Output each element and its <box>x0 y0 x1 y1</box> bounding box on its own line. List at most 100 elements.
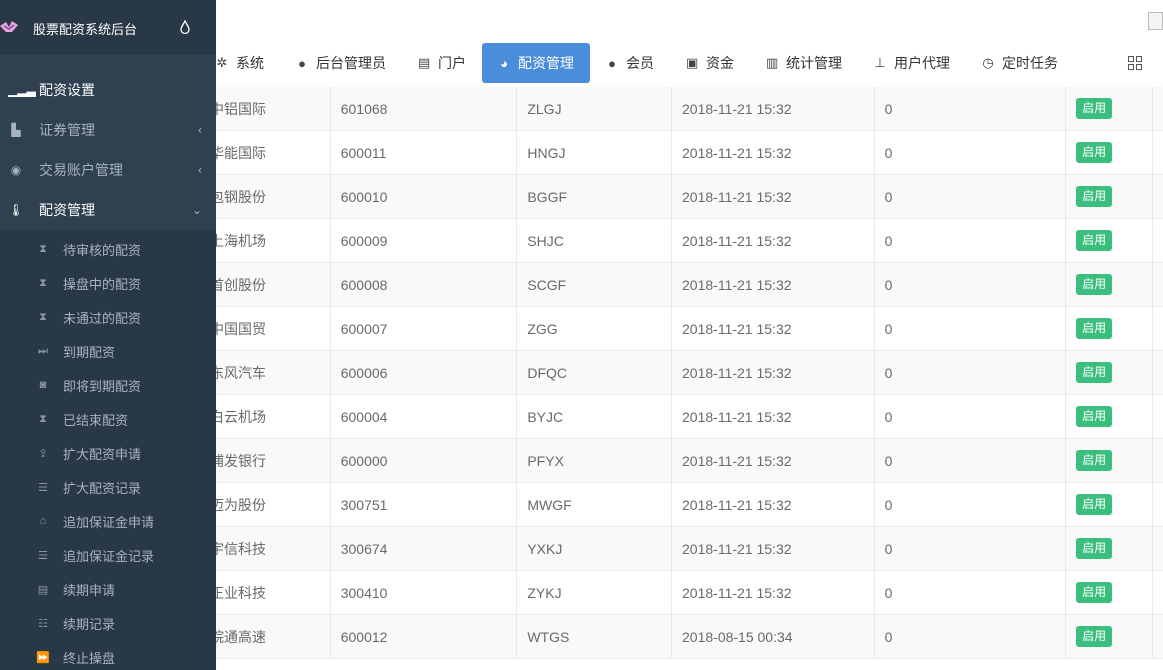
submenu-item[interactable]: ⧗ 已结束配资 <box>0 402 216 436</box>
submenu-item[interactable]: ☰ 追加保证金记录 <box>0 538 216 572</box>
nav-admin[interactable]: ● 后台管理员 <box>280 43 402 83</box>
status-badge[interactable]: 启用 <box>1076 142 1113 163</box>
gear-icon: ✲ <box>216 55 228 70</box>
nav-statistics[interactable]: ▥ 统计管理 <box>750 43 858 83</box>
status-badge[interactable]: 启用 <box>1076 98 1113 119</box>
count-value: 0 <box>875 482 1067 527</box>
count-value: 0 <box>875 570 1067 615</box>
nav-funding-management[interactable]: ◕ 配资管理 <box>482 43 590 83</box>
step-icon: ⏭ <box>38 344 48 357</box>
status-badge[interactable]: 启用 <box>1076 362 1113 383</box>
status-badge[interactable]: 启用 <box>1076 582 1113 603</box>
stock-name: 包钢股份 <box>200 174 331 219</box>
sidebar-item-securities[interactable]: ▙ 证券管理 ‹ <box>0 110 216 150</box>
updated-time: 2018-11-21 15:32 <box>672 130 875 175</box>
count-value: 0 <box>875 438 1067 483</box>
status-badge[interactable]: 启用 <box>1076 186 1113 207</box>
sidebar-item-trading-accounts[interactable]: ◉ 交易账户管理 ‹ <box>0 150 216 190</box>
status-cell: 启用 <box>1066 130 1153 175</box>
updated-time: 2018-11-21 15:32 <box>672 350 875 395</box>
stock-abbr: SCGF <box>517 262 673 307</box>
table-row: 白云机场 600004 BYJC 2018-11-21 15:32 0 启用 <box>200 394 1163 439</box>
status-cell: 启用 <box>1066 262 1153 307</box>
stock-abbr: SHJC <box>517 218 673 263</box>
sidebar-item-funding-settings[interactable]: ▁▂▃ 配资设置 <box>0 70 216 110</box>
list-icon: ☰ <box>38 549 48 562</box>
nav-user-agent[interactable]: ⊥ 用户代理 <box>858 43 966 83</box>
table-row: 迈为股份 300751 MWGF 2018-11-21 15:32 0 启用 <box>200 482 1163 527</box>
chevron-down-icon: ⌄ <box>191 203 202 217</box>
status-badge[interactable]: 启用 <box>1076 318 1113 339</box>
table-row: 宇信科技 300674 YXKJ 2018-11-21 15:32 0 启用 <box>200 526 1163 571</box>
nav-portal[interactable]: ▤ 门户 <box>402 43 482 83</box>
status-badge[interactable]: 启用 <box>1076 406 1113 427</box>
submenu-item[interactable]: ⧗ 未通过的配资 <box>0 300 216 334</box>
thermometer-icon: 🌡︎ <box>8 203 24 217</box>
camera-icon: ◙ <box>39 379 47 391</box>
stock-code: 600009 <box>331 218 518 263</box>
submenu-item-label: 追加保证金申请 <box>63 514 155 530</box>
submenu-item[interactable]: ◙ 即将到期配资 <box>0 368 216 402</box>
status-badge[interactable]: 启用 <box>1076 626 1113 647</box>
table-row: 华能国际 600011 HNGJ 2018-11-21 15:32 0 启用 <box>200 130 1163 175</box>
stock-abbr: BYJC <box>517 394 673 439</box>
submenu-item[interactable]: ⧗ 待审核的配资 <box>0 232 216 266</box>
stock-code: 300751 <box>331 482 518 527</box>
stock-abbr: ZGG <box>517 306 673 351</box>
grid-icon[interactable] <box>1128 56 1142 70</box>
submenu-item[interactable]: ⇪ 扩大配资申请 <box>0 436 216 470</box>
status-badge[interactable]: 启用 <box>1076 230 1113 251</box>
clock-icon: ◷ <box>982 55 994 70</box>
submenu-item-label: 即将到期配资 <box>63 378 142 394</box>
submenu-item[interactable]: ⏭ 到期配资 <box>0 334 216 368</box>
app-title: 股票配资系统后台 <box>33 22 138 37</box>
updated-time: 2018-11-21 15:32 <box>672 306 875 351</box>
extra-cell <box>1153 263 1163 307</box>
updated-time: 2018-08-15 00:34 <box>672 614 875 659</box>
stock-code: 600004 <box>331 394 518 439</box>
stock-abbr: ZLGJ <box>517 86 673 131</box>
count-value: 0 <box>875 86 1067 131</box>
count-value: 0 <box>875 262 1067 307</box>
status-badge[interactable]: 启用 <box>1076 538 1113 559</box>
hourglass-icon: ⧗ <box>39 276 47 289</box>
nav-funds[interactable]: ▣ 资金 <box>670 43 750 83</box>
updated-time: 2018-11-21 15:32 <box>672 526 875 571</box>
stock-abbr: YXKJ <box>517 526 673 571</box>
submenu-item[interactable]: ⌂ 追加保证金申请 <box>0 504 216 538</box>
extra-cell <box>1153 571 1163 615</box>
stock-abbr: PFYX <box>517 438 673 483</box>
chevron-left-icon: ‹ <box>198 123 202 137</box>
status-badge[interactable]: 启用 <box>1076 450 1113 471</box>
status-cell: 启用 <box>1066 86 1153 131</box>
count-value: 0 <box>875 174 1067 219</box>
submenu-item[interactable]: ☰ 扩大配资记录 <box>0 470 216 504</box>
status-cell: 启用 <box>1066 174 1153 219</box>
extra-cell <box>1153 615 1163 659</box>
count-value: 0 <box>875 306 1067 351</box>
updated-time: 2018-11-21 15:32 <box>672 570 875 615</box>
submenu-item[interactable]: ⧗ 操盘中的配资 <box>0 266 216 300</box>
stock-abbr: WTGS <box>517 614 673 659</box>
nav-members[interactable]: ● 会员 <box>590 43 670 83</box>
table-row: 包钢股份 600010 BGGF 2018-11-21 15:32 0 启用 <box>200 174 1163 219</box>
bank-icon: ⌂ <box>39 515 47 527</box>
count-value: 0 <box>875 614 1067 659</box>
water-drop-icon[interactable] <box>180 20 190 34</box>
sidebar-item-funding-management[interactable]: 🌡︎ 配资管理 ⌄ <box>0 190 216 230</box>
submenu-item[interactable]: ▤ 续期申请 <box>0 572 216 606</box>
nav-scheduled-tasks[interactable]: ◷ 定时任务 <box>966 43 1074 83</box>
submenu-item-label: 追加保证金记录 <box>63 548 155 564</box>
upload-icon: ⇪ <box>38 447 48 460</box>
table-row: 中铝国际 601068 ZLGJ 2018-11-21 15:32 0 启用 <box>200 86 1163 131</box>
status-cell: 启用 <box>1066 306 1153 351</box>
submenu-item-label: 已结束配资 <box>63 412 129 428</box>
status-cell: 启用 <box>1066 218 1153 263</box>
count-value: 0 <box>875 350 1067 395</box>
status-cell: 启用 <box>1066 482 1153 527</box>
submenu-item[interactable]: ⏩ 终止操盘 <box>0 640 216 670</box>
submenu-item[interactable]: ☷ 续期记录 <box>0 606 216 640</box>
status-badge[interactable]: 启用 <box>1076 494 1113 515</box>
hourglass-icon: ⧗ <box>39 412 47 425</box>
status-badge[interactable]: 启用 <box>1076 274 1113 295</box>
